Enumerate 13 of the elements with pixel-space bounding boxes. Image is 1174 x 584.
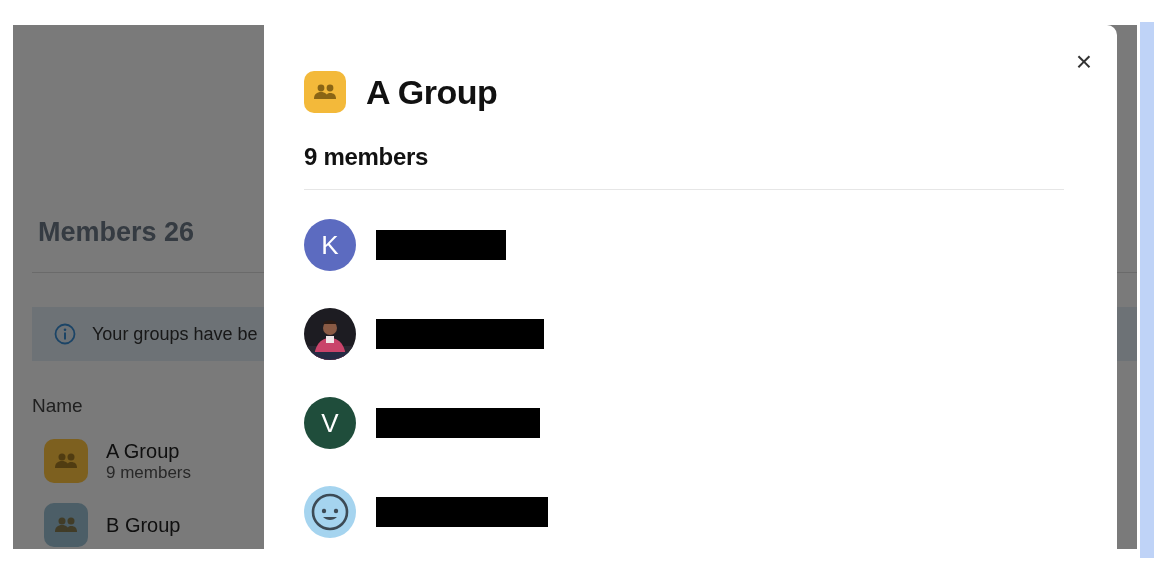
group-name[interactable]: B Group (106, 513, 181, 537)
member-count: 9 members (106, 462, 192, 483)
group-icon (304, 71, 346, 113)
column-header: Name (32, 395, 84, 418)
notice-text: Your groups have be (92, 323, 258, 345)
avatar: V (304, 397, 356, 449)
close-button[interactable]: × (1071, 47, 1096, 77)
info-icon (54, 323, 76, 345)
member-count: 9 members (304, 143, 430, 172)
group-name[interactable]: A Group (106, 439, 192, 463)
dialog-title: A Group (366, 72, 498, 112)
page-title: Members 26 (38, 217, 195, 249)
avatar: K (304, 219, 356, 271)
